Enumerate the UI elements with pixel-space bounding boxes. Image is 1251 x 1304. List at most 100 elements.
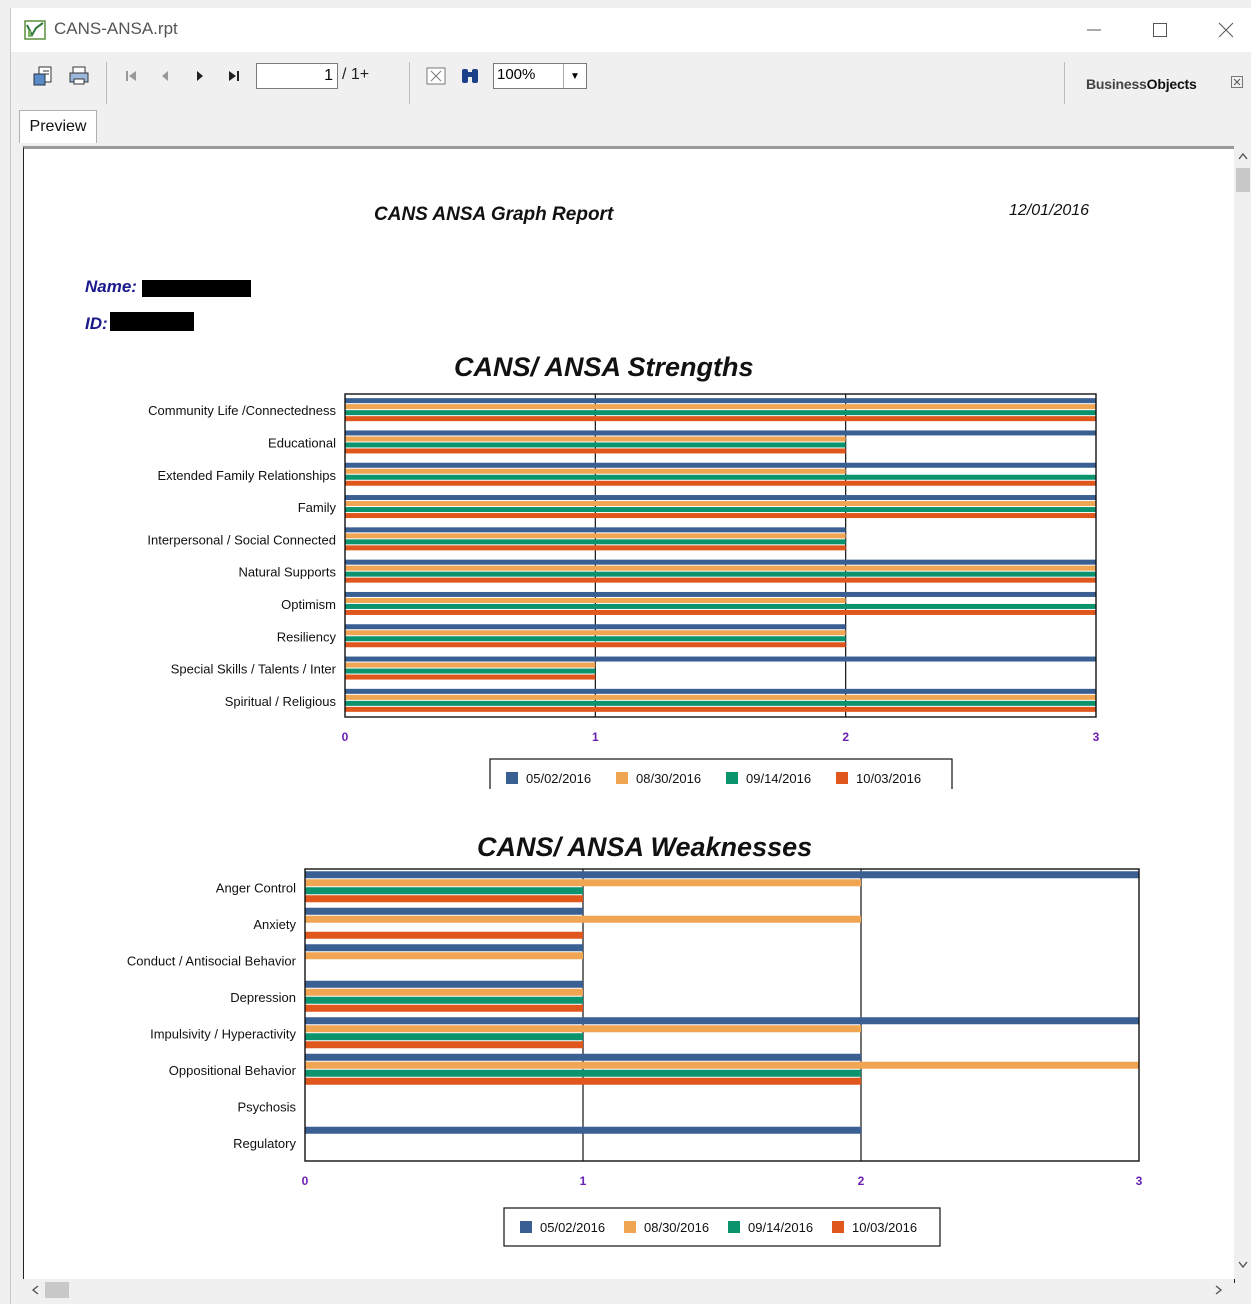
- minimize-icon: [1087, 29, 1101, 31]
- page-total-label: / 1+: [342, 66, 370, 83]
- last-page-button[interactable]: [224, 66, 244, 86]
- category-label: Anger Control: [216, 880, 296, 895]
- bar: [305, 1077, 861, 1085]
- category-label: Anxiety: [253, 917, 296, 932]
- category-label: Special Skills / Talents / Inter: [171, 662, 337, 677]
- horizontal-scrollbar[interactable]: [23, 1279, 1234, 1301]
- bar: [305, 1017, 1139, 1025]
- bar: [345, 404, 1096, 410]
- bar: [345, 674, 596, 680]
- toolbar: 1 / 1+ 100% ▼ BusinessObjects: [11, 52, 1251, 114]
- legend-label: 09/14/2016: [748, 1220, 813, 1235]
- category-label: Impulsivity / Hyperactivity: [150, 1026, 296, 1041]
- report-canvas[interactable]: CANS ANSA Graph Report 12/01/2016 Name: …: [23, 146, 1235, 1283]
- category-label: Optimism: [281, 597, 336, 612]
- legend-label: 10/03/2016: [856, 771, 921, 786]
- bar: [345, 480, 1096, 486]
- toolbar-separator: [106, 62, 107, 104]
- close-button[interactable]: [1203, 14, 1249, 46]
- redacted-name: [142, 280, 251, 297]
- bar: [305, 931, 583, 939]
- bar: [305, 879, 861, 887]
- bar: [345, 513, 1096, 519]
- category-label: Oppositional Behavior: [169, 1063, 297, 1078]
- minimize-button[interactable]: [1071, 14, 1117, 46]
- bar: [345, 448, 846, 454]
- legend-label: 09/14/2016: [746, 771, 811, 786]
- crystal-reports-icon: [24, 20, 46, 40]
- zoom-select[interactable]: 100% ▼: [493, 63, 587, 89]
- bar: [305, 895, 583, 903]
- close-icon: [1231, 76, 1243, 88]
- bar: [345, 694, 1096, 700]
- x-tick-label: 3: [1136, 1174, 1143, 1188]
- report-viewer-window: CANS-ANSA.rpt 1 / 1+ 100% ▼ BusinessObje…: [10, 8, 1251, 1304]
- printer-icon: [69, 66, 89, 85]
- bar: [305, 1004, 583, 1012]
- category-label: Psychosis: [237, 1099, 296, 1114]
- bar: [345, 571, 1096, 577]
- search-button[interactable]: [459, 65, 481, 87]
- bar: [345, 597, 846, 603]
- bar: [345, 559, 1096, 565]
- previous-page-button[interactable]: [155, 66, 175, 86]
- strengths-chart: 0 1 2 3 Community Life /Connectedness Educati…: [147, 393, 1100, 789]
- bar: [345, 688, 1096, 694]
- bar: [345, 668, 596, 674]
- brand-suffix: Objects: [1146, 76, 1197, 92]
- bar: [345, 398, 1096, 404]
- category-label: Resiliency: [277, 629, 337, 644]
- scroll-left-icon[interactable]: [29, 1284, 41, 1296]
- close-pane-button[interactable]: [1229, 74, 1245, 90]
- category-label: Family: [298, 500, 337, 515]
- bar: [345, 656, 1096, 662]
- x-tick-label: 1: [592, 730, 599, 744]
- bar: [305, 952, 583, 960]
- bar: [345, 565, 1096, 571]
- bar: [345, 603, 1096, 609]
- report-page: CANS ANSA Graph Report 12/01/2016 Name: …: [24, 149, 1234, 1282]
- bar: [305, 1069, 861, 1077]
- next-page-button[interactable]: [190, 66, 210, 86]
- vertical-scroll-thumb[interactable]: [1236, 168, 1250, 192]
- x-tick-label: 3: [1093, 730, 1100, 744]
- toolbar-separator: [1064, 62, 1065, 104]
- legend-swatch: [624, 1221, 636, 1233]
- print-button[interactable]: [67, 64, 91, 88]
- chevron-down-icon[interactable]: ▼: [563, 64, 586, 88]
- legend-label: 10/03/2016: [852, 1220, 917, 1235]
- bar: [345, 624, 846, 630]
- report-title: CANS ANSA Graph Report: [374, 204, 614, 225]
- vertical-scrollbar[interactable]: [1234, 146, 1251, 1279]
- first-page-button[interactable]: [121, 66, 141, 86]
- brand-prefix: Business: [1086, 76, 1147, 92]
- scroll-up-icon[interactable]: [1237, 150, 1249, 162]
- horizontal-scroll-thumb[interactable]: [45, 1282, 69, 1298]
- export-button[interactable]: [31, 64, 55, 88]
- business-objects-logo: BusinessObjects: [1086, 76, 1197, 92]
- scroll-down-icon[interactable]: [1237, 1259, 1249, 1271]
- category-label: Spiritual / Religious: [225, 694, 337, 709]
- bar: [305, 1126, 861, 1134]
- bar: [305, 887, 583, 895]
- bar: [305, 1053, 861, 1061]
- bar: [345, 416, 1096, 422]
- category-label: Community Life /Connectedness: [148, 403, 336, 418]
- page-number-input[interactable]: 1: [256, 63, 338, 89]
- report-date: 12/01/2016: [1009, 202, 1090, 219]
- bar: [345, 501, 1096, 507]
- bar: [345, 706, 1096, 712]
- bar: [345, 539, 846, 545]
- bar: [305, 871, 1139, 879]
- bar: [305, 1061, 1139, 1069]
- first-page-icon: [126, 71, 136, 81]
- tab-preview[interactable]: Preview: [19, 110, 97, 143]
- export-icon: [33, 66, 52, 86]
- x-tick-label: 1: [580, 1174, 587, 1188]
- legend-swatch: [520, 1221, 532, 1233]
- legend-label: 05/02/2016: [540, 1220, 605, 1235]
- stop-button[interactable]: [425, 65, 447, 87]
- scroll-right-icon[interactable]: [1213, 1284, 1225, 1296]
- zoom-value: 100%: [497, 66, 536, 83]
- maximize-button[interactable]: [1137, 14, 1183, 46]
